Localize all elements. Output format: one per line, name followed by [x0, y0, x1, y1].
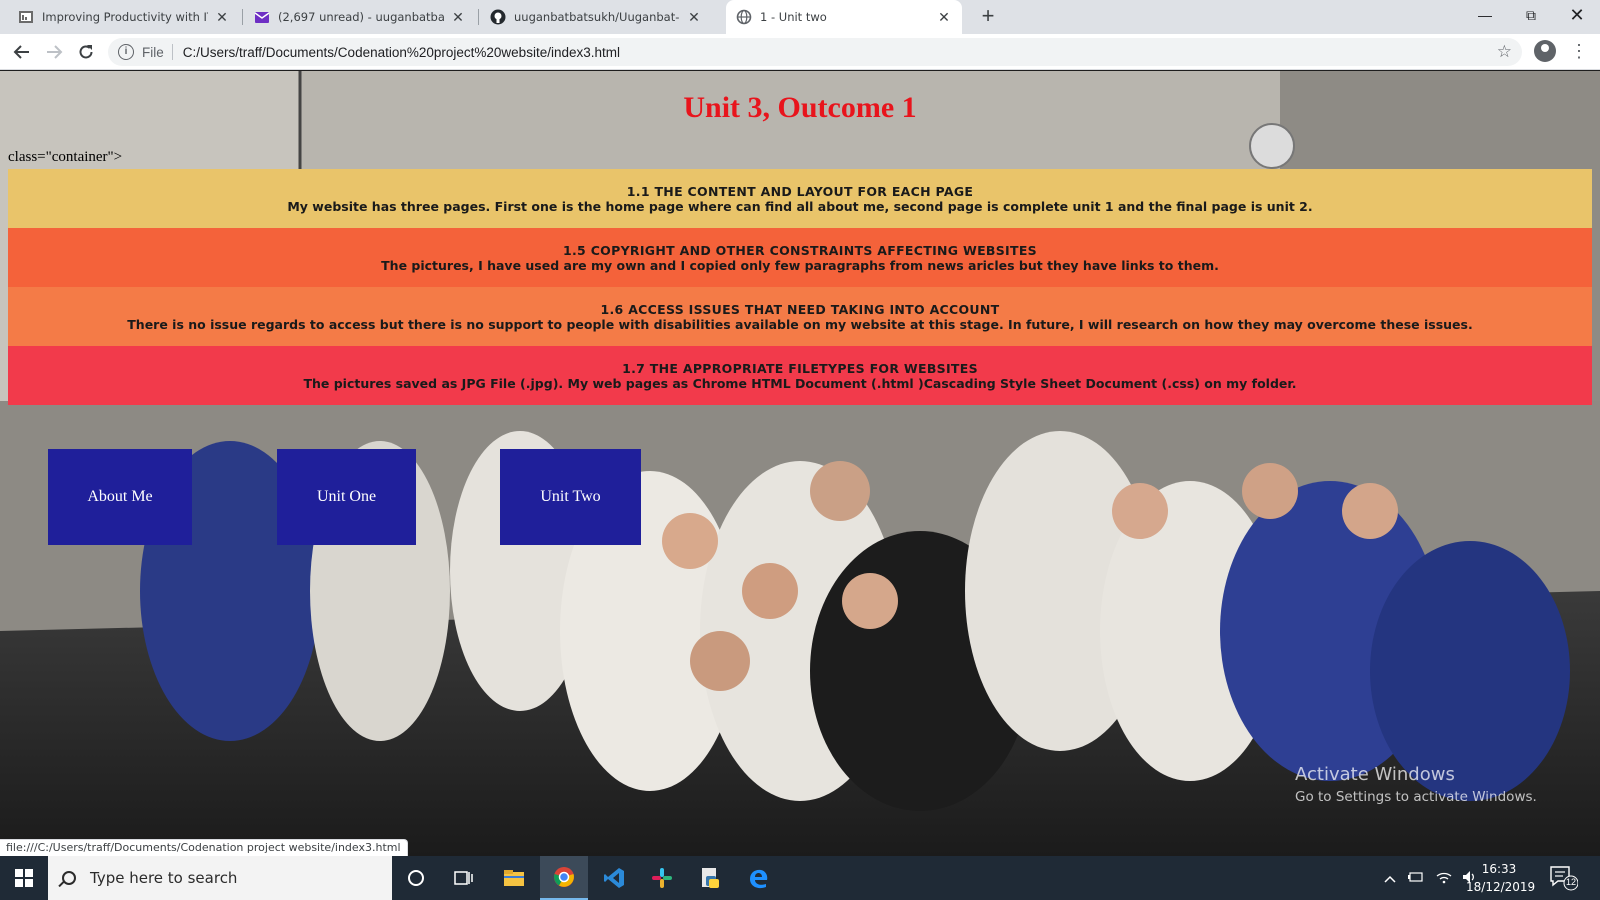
stray-markup-text: class="container"> — [8, 149, 123, 165]
section-access: 1.6 Access issues that need taking into … — [8, 287, 1592, 346]
close-icon[interactable]: ✕ — [214, 9, 230, 25]
clock-date: 18/12/2019 — [1466, 880, 1536, 894]
chrome-taskbar-icon[interactable] — [540, 856, 588, 900]
info-icon[interactable]: i — [118, 44, 134, 60]
close-icon[interactable]: ✕ — [450, 9, 466, 25]
tab-separator — [242, 9, 243, 25]
address-bar[interactable]: i File C:/Users/traff/Documents/Codenati… — [108, 38, 1522, 66]
tab-unit-two[interactable]: 1 - Unit two ✕ — [726, 0, 962, 34]
mail-icon — [254, 9, 270, 25]
reload-button[interactable] — [74, 40, 98, 64]
battery-icon[interactable] — [1408, 871, 1424, 886]
clock-time: 16:33 — [1481, 862, 1517, 876]
section-body: The pictures saved as JPG File (.jpg). M… — [303, 375, 1297, 391]
section-body: There is no issue regards to access but … — [127, 316, 1473, 332]
back-button[interactable] — [10, 40, 34, 64]
section-heading: 1.5 Copyright and other constraints affe… — [563, 242, 1037, 258]
profile-avatar-icon[interactable] — [1534, 40, 1556, 62]
bookmark-star-icon[interactable]: ☆ — [1497, 42, 1512, 62]
section-body: My website has three pages. First one is… — [287, 198, 1313, 214]
section-filetypes: 1.7 The appropriate filetypes for websit… — [8, 346, 1592, 405]
status-url-bubble: file:///C:/Users/traff/Documents/Codenat… — [0, 839, 408, 856]
vscode-icon[interactable] — [590, 856, 638, 900]
tab-github[interactable]: uuganbatbatsukh/Uuganbat-s-w ✕ — [480, 0, 712, 34]
globe-icon — [736, 9, 752, 25]
tab-title: 1 - Unit two — [760, 10, 827, 24]
page-viewport: Unit 3, Outcome 1 class="container"> 1.1… — [0, 71, 1600, 856]
task-view-icon[interactable] — [440, 856, 488, 900]
section-heading: 1.1 The content and layout for each page — [626, 183, 974, 199]
page-title: Unit 3, Outcome 1 — [683, 91, 917, 124]
tab-title: Improving Productivity with IT an — [42, 10, 208, 24]
wifi-icon[interactable] — [1436, 870, 1452, 887]
menu-kebab-icon[interactable]: ⋮ — [1570, 40, 1588, 62]
new-tab-button[interactable]: + — [976, 5, 1000, 29]
chevron-up-icon[interactable] — [1384, 871, 1396, 886]
minimize-button[interactable]: — — [1462, 0, 1508, 30]
tab-separator — [478, 9, 479, 25]
cortana-icon[interactable] — [392, 856, 440, 900]
tab-productivity[interactable]: Improving Productivity with IT an ✕ — [8, 0, 240, 34]
action-center-button[interactable]: 12 — [1548, 864, 1579, 892]
close-window-button[interactable]: ✕ — [1554, 0, 1600, 30]
slack-icon[interactable] — [638, 856, 686, 900]
search-placeholder: Type here to search — [90, 869, 238, 887]
nav-unit-one-button[interactable]: Unit One — [277, 449, 416, 545]
nav-unit-two-button[interactable]: Unit Two — [500, 449, 641, 545]
taskbar-clock[interactable]: 16:33 18/12/2019 — [1466, 860, 1536, 896]
close-icon[interactable]: ✕ — [686, 9, 702, 25]
browser-toolbar: i File C:/Users/traff/Documents/Codenati… — [0, 34, 1600, 70]
activate-windows-watermark: Activate Windows Go to Settings to activ… — [1295, 764, 1537, 805]
slides-icon — [18, 9, 34, 25]
section-content-layout: 1.1 The content and layout for each page… — [8, 169, 1592, 228]
activate-subtitle: Go to Settings to activate Windows. — [1295, 789, 1537, 805]
file-explorer-icon[interactable] — [490, 856, 538, 900]
arrow-left-icon — [13, 45, 29, 59]
close-icon[interactable]: ✕ — [936, 9, 952, 25]
section-heading: 1.6 Access issues that need taking into … — [600, 301, 1000, 317]
section-heading: 1.7 The appropriate filetypes for websit… — [622, 360, 978, 376]
reload-icon — [79, 45, 93, 59]
notification-count: 12 — [1565, 877, 1576, 887]
forward-button[interactable] — [42, 40, 66, 64]
section-body: The pictures, I have used are my own and… — [381, 257, 1219, 273]
tab-title: uuganbatbatsukh/Uuganbat-s-w — [514, 10, 680, 24]
system-tray — [1384, 856, 1478, 900]
nav-about-me-button[interactable]: About Me — [48, 449, 192, 545]
url-scheme: File — [142, 44, 164, 60]
edge-icon[interactable] — [734, 856, 782, 900]
url-text[interactable]: C:/Users/traff/Documents/Codenation%20pr… — [183, 45, 620, 60]
windows-logo-icon — [15, 869, 33, 887]
arrow-right-icon — [47, 45, 63, 59]
start-button[interactable] — [0, 856, 48, 900]
tab-strip: Improving Productivity with IT an ✕ (2,6… — [0, 0, 1600, 34]
search-icon — [62, 871, 76, 885]
activate-title: Activate Windows — [1295, 764, 1455, 785]
tab-mail[interactable]: (2,697 unread) - uuganbatbatsuk ✕ — [244, 0, 476, 34]
python-file-icon[interactable] — [686, 856, 734, 900]
github-icon — [490, 9, 506, 25]
taskbar-search-box[interactable]: Type here to search — [48, 856, 392, 900]
section-copyright: 1.5 Copyright and other constraints affe… — [8, 228, 1592, 287]
tab-title: (2,697 unread) - uuganbatbatsuk — [278, 10, 444, 24]
restore-button[interactable]: ⧉ — [1508, 0, 1554, 30]
omnibox-divider — [171, 44, 173, 60]
outcome-sections: 1.1 The content and layout for each page… — [8, 169, 1592, 405]
windows-taskbar: Type here to search 16:33 18/12/2019 12 — [0, 856, 1600, 900]
